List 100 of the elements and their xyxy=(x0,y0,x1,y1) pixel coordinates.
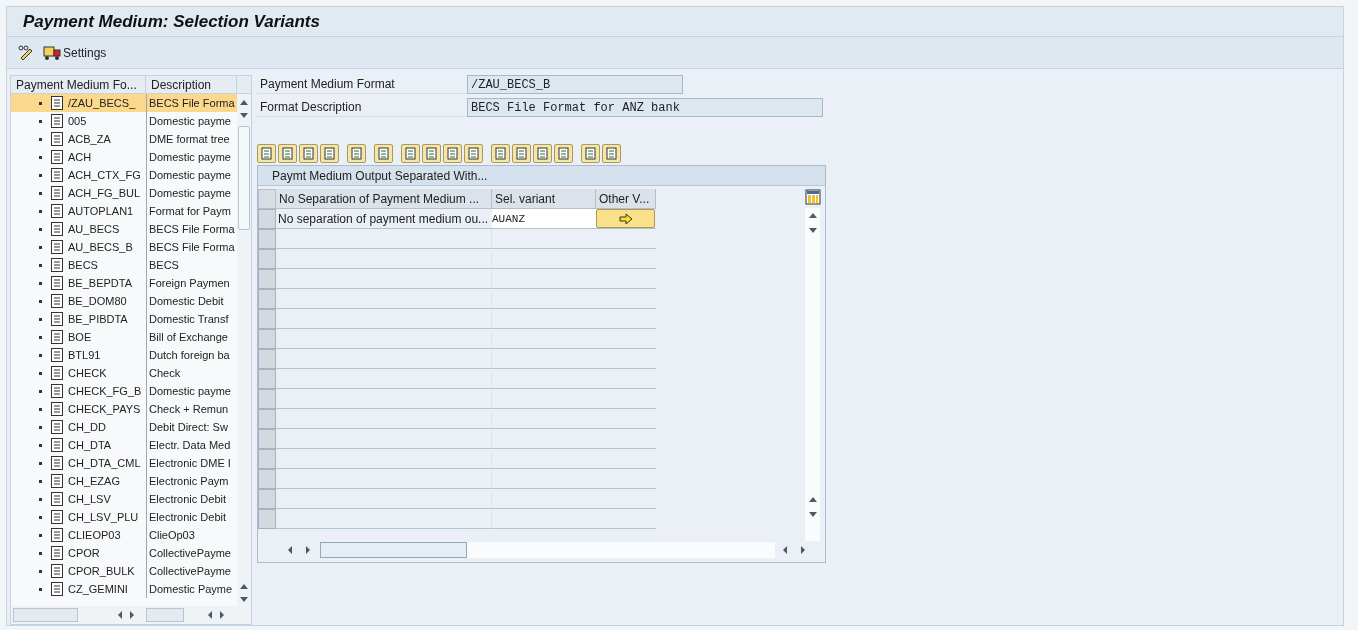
tree-cell-text: BOE xyxy=(68,329,92,345)
tree-row[interactable]: CHECK Check xyxy=(11,364,237,382)
scroll-right-icon[interactable] xyxy=(304,545,312,555)
bullet-icon xyxy=(39,587,42,591)
tree-cell-text: CH_EZAG xyxy=(68,473,120,489)
bullet-icon xyxy=(39,407,42,411)
tree-row[interactable]: CHECK_FG_B Domestic payme xyxy=(11,382,237,400)
window-title: Payment Medium: Selection Variants xyxy=(23,10,320,33)
tree-cell: Domestic Payme xyxy=(149,583,233,595)
tree-row[interactable]: AU_BECS_B BECS File Forma xyxy=(11,238,237,256)
column-header[interactable]: Sel. variant xyxy=(492,189,596,209)
column-layout-icon[interactable] xyxy=(804,189,821,205)
tree-cell: Domestic payme xyxy=(149,385,231,397)
scroll-down-icon[interactable] xyxy=(239,112,249,120)
bullet-icon xyxy=(39,209,42,213)
tree-row[interactable]: CHECK_PAYS Check + Remun xyxy=(11,400,237,418)
tree-row[interactable]: CH_LSV_PLU Electronic Debit xyxy=(11,508,237,526)
tree-cell-text: CH_LSV_PLU xyxy=(68,509,139,525)
horizontal-scroll-thumb[interactable] xyxy=(146,608,184,622)
bullet-icon xyxy=(39,389,42,393)
horizontal-scroll-thumb[interactable] xyxy=(320,542,467,558)
horizontal-scroll-thumb[interactable] xyxy=(13,608,78,622)
input-field[interactable]: BECS File Format for ANZ bank xyxy=(467,98,823,117)
scroll-up-icon[interactable] xyxy=(807,211,818,219)
tree-row[interactable]: CPOR CollectivePayme xyxy=(11,544,237,562)
tree-cell: Electronic Debit xyxy=(149,511,227,523)
tree-cell: CollectivePayme xyxy=(149,547,231,559)
tree-row[interactable]: /ZAU_BECS_ BECS File Forma xyxy=(11,94,237,112)
bullet-icon xyxy=(39,263,42,267)
tree-cell-text: CHECK_PAYS xyxy=(68,401,141,417)
document-icon xyxy=(51,438,63,452)
column-header[interactable]: Other V... xyxy=(596,189,656,209)
tree-row[interactable]: CLIEOP03 ClieOp03 xyxy=(11,526,237,544)
scroll-left-icon[interactable] xyxy=(116,610,124,620)
bullet-icon xyxy=(39,335,42,339)
tree-cell-text: ACB_ZA xyxy=(68,131,111,147)
tree-row[interactable]: BTL91 Dutch foreign ba xyxy=(11,346,237,364)
tree-cell: ClieOp03 xyxy=(149,529,195,541)
document-icon xyxy=(51,132,63,146)
tree-row[interactable]: ACH_FG_BUL Domestic payme xyxy=(11,184,237,202)
scroll-thumb[interactable] xyxy=(238,126,250,230)
scroll-left-icon[interactable] xyxy=(286,545,294,555)
pencil-glasses-icon[interactable] xyxy=(17,43,35,62)
table-cell: AUANZ xyxy=(492,209,596,229)
scroll-left-icon[interactable] xyxy=(781,545,789,555)
bullet-icon xyxy=(39,371,42,375)
scroll-left-icon[interactable] xyxy=(206,610,214,620)
tree-row[interactable]: AUTOPLAN1 Format for Paym xyxy=(11,202,237,220)
column-header[interactable]: No Separation of Payment Medium ... xyxy=(276,189,492,209)
tree-row[interactable]: CZ_GEMINI Domestic Payme xyxy=(11,580,237,598)
column-header[interactable]: Description xyxy=(146,76,237,93)
tree-cell-text: CPOR_BULK xyxy=(68,563,135,579)
scroll-up-icon[interactable] xyxy=(239,98,249,106)
bullet-icon xyxy=(39,227,42,231)
tree-cell-text: ACH xyxy=(68,149,92,165)
scroll-down-icon[interactable] xyxy=(239,596,249,604)
document-icon xyxy=(51,384,63,398)
scroll-down-icon[interactable] xyxy=(807,511,818,519)
document-icon xyxy=(51,582,63,596)
document-icon xyxy=(51,456,63,470)
tree-cell-text: CH_DTA_CML xyxy=(68,455,141,471)
arrow-button[interactable] xyxy=(596,209,655,228)
bullet-icon xyxy=(39,353,42,357)
tree-row[interactable]: CH_LSV Electronic Debit xyxy=(11,490,237,508)
tree-row[interactable]: 005 Domestic payme xyxy=(11,112,237,130)
document-icon xyxy=(51,96,63,110)
tree-row[interactable]: BE_DOM80 Domestic Debit xyxy=(11,292,237,310)
tree-row[interactable]: ACH Domestic payme xyxy=(11,148,237,166)
tree-cell: Domestic payme xyxy=(149,115,231,127)
scroll-right-icon[interactable] xyxy=(799,545,807,555)
tree-cell-text: 005 xyxy=(68,113,87,129)
tree-row[interactable]: ACH_CTX_FG Domestic payme xyxy=(11,166,237,184)
tree-row[interactable]: AU_BECS BECS File Forma xyxy=(11,220,237,238)
column-header[interactable]: Payment Medium Fo... xyxy=(11,76,146,93)
scroll-up-icon[interactable] xyxy=(239,582,249,590)
document-icon xyxy=(51,150,63,164)
tree-row[interactable]: CPOR_BULK CollectivePayme xyxy=(11,562,237,580)
tree-row[interactable]: BE_PIBDTA Domestic Transf xyxy=(11,310,237,328)
input-field[interactable]: /ZAU_BECS_B xyxy=(467,75,683,94)
tree-cell: CollectivePayme xyxy=(149,565,231,577)
tree-cell-text: AUTOPLAN1 xyxy=(68,203,134,219)
tree-row[interactable]: CH_DTA_CML Electronic DME I xyxy=(11,454,237,472)
tree-row[interactable]: CH_EZAG Electronic Paym xyxy=(11,472,237,490)
scroll-right-icon[interactable] xyxy=(128,610,136,620)
document-icon xyxy=(51,402,63,416)
tree-row[interactable]: BE_BEPDTA Foreign Paymen xyxy=(11,274,237,292)
tree-row[interactable]: BOE Bill of Exchange xyxy=(11,328,237,346)
scroll-up-icon[interactable] xyxy=(807,495,818,503)
tree-row[interactable]: CH_DD Debit Direct: Sw xyxy=(11,418,237,436)
settings-button[interactable]: Settings xyxy=(43,43,107,62)
scroll-right-icon[interactable] xyxy=(218,610,226,620)
bullet-icon xyxy=(39,155,42,159)
scroll-down-icon[interactable] xyxy=(807,227,818,235)
tree-row[interactable]: CH_DTA Electr. Data Med xyxy=(11,436,237,454)
tree-cell: DME format tree xyxy=(149,133,230,145)
tree-cell-text: CHECK_FG_B xyxy=(68,383,142,399)
document-icon xyxy=(51,528,63,542)
tree-row[interactable]: ACB_ZA DME format tree xyxy=(11,130,237,148)
tree-row[interactable]: BECS BECS xyxy=(11,256,237,274)
document-icon xyxy=(51,492,63,506)
